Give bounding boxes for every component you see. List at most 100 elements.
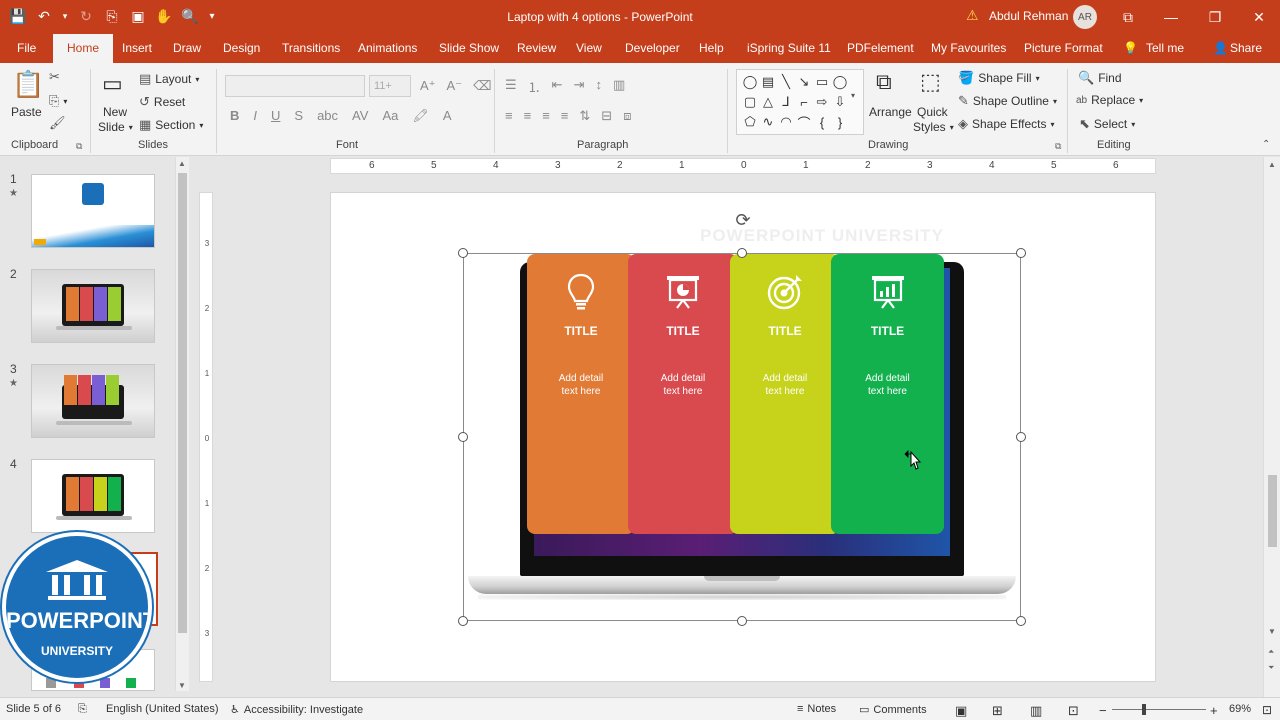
tab-insert[interactable]: Insert (122, 34, 152, 63)
resize-handle-left[interactable] (458, 432, 468, 442)
arc-shape-icon[interactable]: ◠ (777, 112, 795, 132)
next-slide-icon[interactable]: ⏷ (1268, 663, 1274, 673)
scroll-handle[interactable] (1268, 475, 1277, 547)
tab-slide-show[interactable]: Slide Show (439, 34, 499, 63)
shape-outline-button[interactable]: ✎ Shape Outline ▾ (958, 93, 1057, 109)
align-text-icon[interactable]: ⊟ (601, 108, 612, 124)
new-slide-button-line1[interactable]: New (103, 105, 127, 119)
resize-handle-right[interactable] (1016, 432, 1026, 442)
tab-animations[interactable]: Animations (358, 34, 417, 63)
language-indicator[interactable]: English (United States) (106, 703, 219, 715)
fit-slide-icon[interactable]: ⊡ (1262, 703, 1272, 717)
share-button[interactable]: Share (1230, 34, 1262, 63)
bold-icon[interactable]: B (230, 108, 239, 124)
format-painter-icon[interactable]: 🖌 (49, 115, 66, 131)
pentagon-shape-icon[interactable]: ⬠ (741, 112, 759, 132)
normal-view-icon[interactable]: ▣ (955, 703, 967, 719)
scroll-handle[interactable] (178, 173, 187, 633)
shadow-icon[interactable]: abc (317, 108, 338, 124)
shapes-gallery[interactable]: ◯ ▤ ╲ ↘ ▭ ◯ ▢ △ ⅃ ⌐ ⇨ ⇩ ⬠ ∿ ◠ ⌒ { } (736, 69, 864, 135)
scroll-up-icon[interactable]: ▲ (178, 159, 186, 168)
elbow-shape-icon[interactable]: ⅃ (777, 92, 795, 112)
tab-view[interactable]: View (576, 34, 602, 63)
find-button[interactable]: 🔍 Find (1078, 70, 1122, 86)
close-icon[interactable]: ✕ (1246, 5, 1272, 29)
strikethrough-icon[interactable]: S (294, 108, 303, 124)
slide-thumbnail-4[interactable] (31, 459, 155, 533)
restore-icon[interactable]: ❐ (1202, 5, 1228, 29)
selection-frame[interactable] (463, 253, 1021, 621)
tab-design[interactable]: Design (223, 34, 260, 63)
tab-tell-me[interactable]: Tell me (1146, 34, 1184, 63)
curve-shape-icon[interactable]: ⌒ (795, 112, 813, 132)
line-spacing-icon[interactable]: ↕ (595, 77, 602, 96)
clipboard-launcher-icon[interactable]: ⧉ (76, 141, 82, 152)
underline-icon[interactable]: U (271, 108, 280, 124)
align-right-icon[interactable]: ≡ (542, 108, 550, 124)
tab-home[interactable]: Home (53, 34, 114, 63)
previous-slide-icon[interactable]: ⏶ (1268, 647, 1274, 657)
oval-shape-icon[interactable]: ◯ (741, 72, 759, 92)
tab-help[interactable]: Help (699, 34, 724, 63)
layout-button[interactable]: ▤ Layout ▾ (139, 71, 199, 87)
thumbnail-scrollbar[interactable]: ▲ ▼ (175, 157, 189, 691)
decrease-font-icon[interactable]: A⁻ (447, 78, 463, 94)
smartart-icon[interactable]: ⧈ (623, 108, 631, 124)
avatar[interactable]: AR (1073, 5, 1097, 29)
accessibility-button[interactable]: ♿ Accessibility: Investigate (230, 703, 363, 717)
tab-pdfelement[interactable]: PDFelement (847, 34, 914, 63)
zoom-in-icon[interactable]: + (1210, 703, 1218, 718)
resize-handle-bottom[interactable] (737, 616, 747, 626)
highlight-icon[interactable]: 🖍 (412, 108, 429, 124)
align-left-icon[interactable]: ≡ (505, 108, 513, 124)
font-size-input[interactable]: 11+ (369, 75, 411, 97)
shape-fill-button[interactable]: 🪣 Shape Fill ▾ (958, 70, 1040, 86)
resize-handle-bottom-left[interactable] (458, 616, 468, 626)
justify-icon[interactable]: ≡ (561, 108, 569, 124)
ribbon-display-icon[interactable]: ⧉ (1115, 5, 1141, 29)
scroll-up-icon[interactable]: ▲ (1268, 160, 1276, 169)
scroll-down-icon[interactable]: ▼ (1268, 627, 1276, 636)
font-color-icon[interactable]: A (443, 108, 452, 124)
tab-ispring[interactable]: iSpring Suite 11 (747, 34, 831, 63)
textbox-shape-icon[interactable]: ▤ (759, 72, 777, 92)
paste-icon[interactable]: 📋 (12, 69, 44, 100)
rotate-handle-icon[interactable]: ⟳ (733, 210, 753, 230)
tab-picture-format[interactable]: Picture Format (1024, 34, 1103, 63)
user-name[interactable]: Abdul Rehman (989, 9, 1068, 23)
shape-effects-button[interactable]: ◈ Shape Effects ▾ (958, 116, 1055, 132)
arrange-button[interactable]: Arrange (869, 105, 912, 119)
collapse-ribbon-icon[interactable]: ⌃ (1262, 139, 1270, 150)
resize-handle-top-right[interactable] (1016, 248, 1026, 258)
comments-button[interactable]: ▭ Comments (859, 703, 927, 717)
reset-button[interactable]: ↺ Reset (139, 94, 185, 110)
quick-styles-icon[interactable]: ⬚ (920, 69, 941, 95)
freeform-shape-icon[interactable]: ∿ (759, 112, 777, 132)
editor-scrollbar[interactable]: ▲ ▼ ⏶ ⏷ (1263, 157, 1280, 697)
quick-styles-button-line1[interactable]: Quick (917, 105, 948, 119)
rectangle-shape-icon[interactable]: ▭ (813, 72, 831, 92)
change-case-icon[interactable]: Aa (382, 108, 398, 124)
reading-view-icon[interactable]: ▥ (1030, 703, 1042, 719)
resize-handle-top-left[interactable] (458, 248, 468, 258)
numbering-icon[interactable]: ⒈ (528, 77, 541, 96)
down-arrow-shape-icon[interactable]: ⇩ (831, 92, 849, 112)
cut-icon[interactable]: ✂ (49, 69, 60, 85)
select-button[interactable]: ⬉ Select ▾ (1079, 116, 1135, 132)
paste-button[interactable]: Paste (11, 105, 42, 119)
resize-handle-bottom-right[interactable] (1016, 616, 1026, 626)
new-slide-icon[interactable]: ▭ (102, 71, 123, 97)
scroll-down-icon[interactable]: ▼ (178, 681, 186, 690)
square-shape-icon[interactable]: ▢ (741, 92, 759, 112)
line-shape-icon[interactable]: ╲ (777, 72, 795, 92)
tab-my-favourites[interactable]: My Favourites (931, 34, 1006, 63)
arrow-line-shape-icon[interactable]: ↘ (795, 72, 813, 92)
section-button[interactable]: ▦ Section ▾ (139, 117, 203, 133)
columns-icon[interactable]: ▥ (613, 77, 625, 96)
bullets-icon[interactable]: ☰ (505, 77, 517, 96)
drawing-launcher-icon[interactable]: ⧉ (1055, 141, 1061, 152)
zoom-slider[interactable] (1112, 709, 1206, 710)
notes-button[interactable]: ≡ Notes (797, 703, 836, 715)
slide-thumbnail-3[interactable] (31, 364, 155, 438)
brace-right-shape-icon[interactable]: } (831, 112, 849, 132)
